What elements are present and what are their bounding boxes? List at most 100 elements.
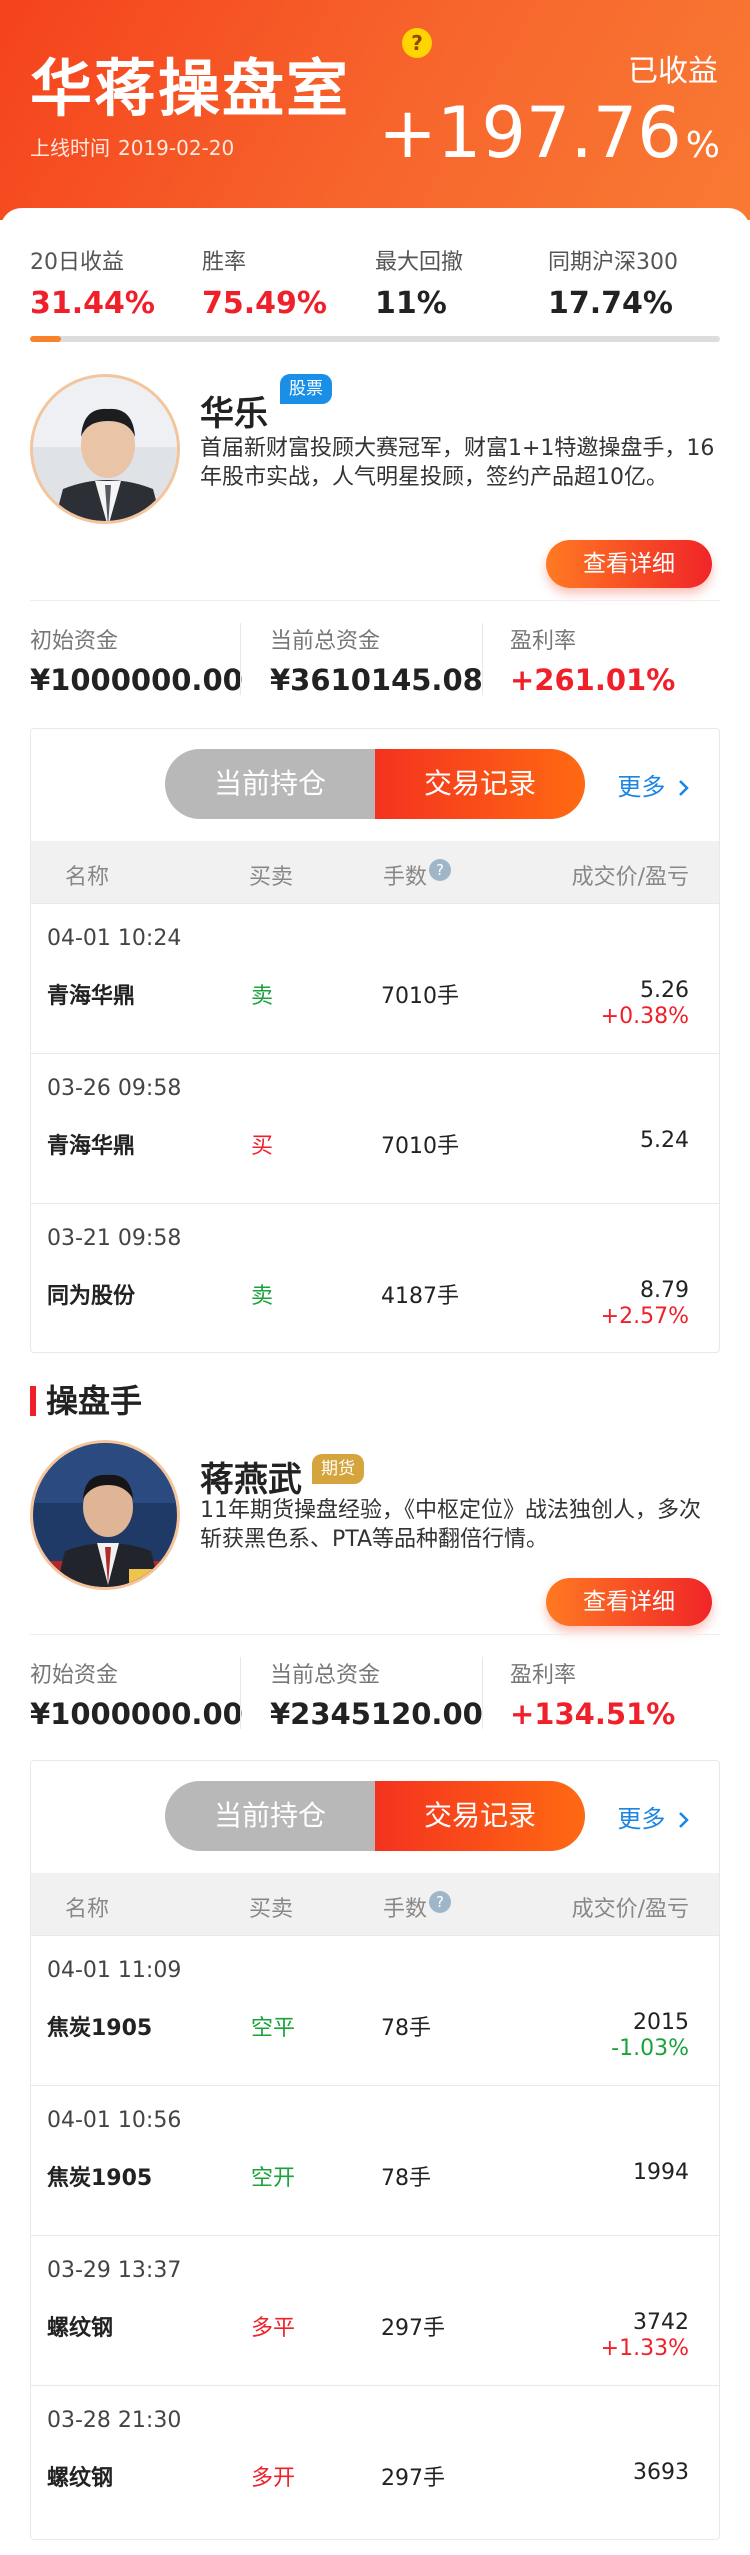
section-title-text: 操盘手 [46, 1382, 143, 1420]
current-capital: 当前总资金 ¥3610145.08 [270, 623, 483, 697]
stat-hs300: 同期沪深300 17.74% [548, 244, 678, 321]
tab-holdings[interactable]: 当前持仓 [165, 749, 375, 819]
col-qty: 手数? [383, 859, 452, 891]
avatar [30, 1440, 180, 1590]
table-row[interactable]: 04-01 10:24 青海华鼎 卖 7010手 5.26 +0.38% [31, 903, 719, 1053]
stat-win-rate: 胜率 75.49% [202, 244, 327, 321]
progress-bar [30, 336, 720, 342]
trader-tag: 期货 [312, 1454, 364, 1484]
more-link[interactable]: 更多 [617, 767, 691, 802]
trader-name: 蒋燕武 [200, 1460, 302, 1500]
table-row[interactable]: 04-01 11:09 焦炭1905 空平 78手 2015 -1.03% [31, 1935, 719, 2085]
col-name: 名称 [65, 1897, 110, 1922]
stat-value: 17.74% [548, 286, 673, 321]
page: 华蒋操盘室 ? 上线时间 2019-02-20 已收益 +197.76% 20日收… [0, 0, 750, 2555]
tab-trades[interactable]: 交易记录 [375, 1781, 585, 1851]
stats-row: 20日收益 31.44% 胜率 75.49% 最大回撤 11% 同期沪深300 … [30, 244, 720, 321]
earned-label: 已收益 [628, 54, 718, 89]
table-header: 名称 买卖 手数? 成交价/盈亏 [31, 841, 719, 903]
trade-side: 空开 [251, 2166, 296, 2191]
divider [482, 1657, 483, 1729]
divider [482, 623, 483, 695]
tab-switch: 当前持仓 交易记录 [165, 749, 585, 819]
fund-value: ¥3610145.08 [270, 663, 483, 697]
trade-qty: 7010手 [381, 984, 459, 1009]
trade-qty: 297手 [381, 2316, 445, 2341]
trade-date: 03-21 09:58 [47, 1226, 182, 1251]
table-row[interactable]: 03-28 21:30 螺纹钢 多开 297手 3693 [31, 2385, 719, 2535]
trade-date: 04-01 10:24 [47, 926, 182, 951]
section-bar [30, 1386, 36, 1416]
earned-unit: % [685, 125, 720, 166]
trade-date: 04-01 11:09 [47, 1958, 182, 1983]
table-row[interactable]: 03-29 13:37 螺纹钢 多平 297手 3742 +1.33% [31, 2235, 719, 2385]
view-detail-button[interactable]: 查看详细 [546, 1578, 712, 1626]
question-icon[interactable]: ? [429, 1891, 452, 1913]
profit-rate: 盈利率 +134.51% [510, 1657, 675, 1731]
trade-side: 卖 [251, 1284, 274, 1309]
fund-value: ¥1000000.00 [30, 1697, 243, 1731]
trade-stock: 焦炭1905 [47, 2016, 153, 2041]
fund-label: 当前总资金 [270, 629, 381, 654]
trade-price: 3693 [633, 2460, 689, 2485]
col-qty: 手数? [383, 1891, 452, 1923]
divider [240, 623, 241, 695]
trade-pl: +1.33% [600, 2336, 689, 2361]
progress-fill [30, 336, 62, 342]
fund-label: 盈利率 [510, 1663, 577, 1688]
trade-price: 3742 [633, 2310, 689, 2335]
table-header: 名称 买卖 手数? 成交价/盈亏 [31, 1873, 719, 1935]
tab-trades[interactable]: 交易记录 [375, 749, 585, 819]
fund-label: 初始资金 [30, 1663, 119, 1688]
question-icon[interactable]: ? [429, 859, 452, 881]
help-icon[interactable]: ? [402, 28, 432, 58]
trade-stock: 同为股份 [47, 1284, 136, 1309]
table-row[interactable]: 04-01 10:56 焦炭1905 空开 78手 1994 [31, 2085, 719, 2235]
col-name: 名称 [65, 865, 110, 890]
chevron-right-icon [679, 1812, 689, 1828]
section-title: 操盘手 [30, 1376, 142, 1422]
stat-value: 31.44% [30, 286, 155, 321]
fund-value: +261.01% [510, 663, 676, 697]
fund-value: ¥2345120.00 [270, 1697, 483, 1731]
trade-qty: 78手 [381, 2166, 431, 2191]
trade-qty: 297手 [381, 2466, 445, 2491]
trade-table: 当前持仓 交易记录 更多 名称 买卖 手数? 成交价/盈亏 04-01 10:2… [30, 728, 720, 1353]
trade-side: 多开 [251, 2466, 296, 2491]
trade-pl: +2.57% [600, 1304, 689, 1329]
avatar-image [33, 1443, 177, 1587]
fund-value: ¥1000000.00 [30, 663, 243, 697]
trade-date: 03-28 21:30 [47, 2408, 182, 2433]
trade-pl: -1.03% [611, 2036, 689, 2061]
fund-label: 盈利率 [510, 629, 577, 654]
trade-table: 当前持仓 交易记录 更多 名称 买卖 手数? 成交价/盈亏 04-01 11:0… [30, 1760, 720, 2540]
more-label: 更多 [617, 773, 666, 801]
stat-label: 同期沪深300 [548, 250, 678, 275]
more-link[interactable]: 更多 [617, 1799, 691, 1834]
trade-qty: 78手 [381, 2016, 431, 2041]
view-detail-button[interactable]: 查看详细 [546, 540, 712, 588]
profit-rate: 盈利率 +261.01% [510, 623, 675, 697]
tab-holdings[interactable]: 当前持仓 [165, 1781, 375, 1851]
trade-stock: 螺纹钢 [47, 2466, 114, 2491]
earned-number: +197.76 [378, 92, 682, 174]
trader-profile-hua-le: 华乐 股票 首届新财富投顾大赛冠军，财富1+1特邀操盘手，16年股市实战，人气明… [30, 374, 720, 588]
avatar [30, 374, 180, 524]
chevron-right-icon [679, 780, 689, 796]
fund-label: 初始资金 [30, 629, 119, 654]
col-price: 成交价/盈亏 [571, 865, 689, 890]
trader-description: 首届新财富投顾大赛冠军，财富1+1特邀操盘手，16年股市实战，人气明星投顾，签约… [200, 436, 715, 490]
header: 华蒋操盘室 ? 上线时间 2019-02-20 已收益 +197.76% [0, 0, 750, 220]
online-date-label: 上线时间 [30, 136, 110, 160]
table-row[interactable]: 03-26 09:58 青海华鼎 买 7010手 5.24 [31, 1053, 719, 1203]
table-row[interactable]: 03-21 09:58 同为股份 卖 4187手 8.79 +2.57% [31, 1203, 719, 1353]
initial-capital: 初始资金 ¥1000000.00 [30, 1657, 243, 1731]
trade-side: 多平 [251, 2316, 296, 2341]
trade-price: 5.26 [640, 978, 689, 1003]
page-title: 华蒋操盘室 [30, 52, 351, 125]
col-price: 成交价/盈亏 [571, 1897, 689, 1922]
fund-summary: 初始资金 ¥1000000.00 当前总资金 ¥3610145.08 盈利率 +… [30, 600, 720, 700]
trade-stock: 青海华鼎 [47, 1134, 136, 1159]
online-date-value: 2019-02-20 [118, 136, 235, 160]
initial-capital: 初始资金 ¥1000000.00 [30, 623, 243, 697]
